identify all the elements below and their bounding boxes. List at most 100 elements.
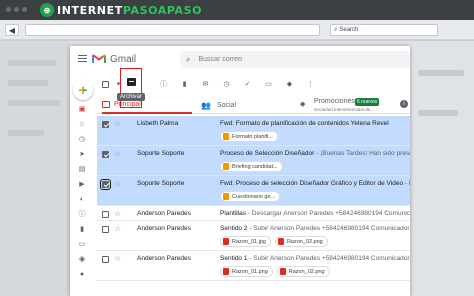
labels-icon[interactable]: ◆ <box>284 80 295 88</box>
sent-icon[interactable]: ➤ <box>78 151 86 158</box>
attachment-chip[interactable]: Razon_02.png <box>274 236 328 247</box>
star-icon[interactable]: ☆ <box>78 121 86 128</box>
row-checkbox[interactable] <box>102 256 109 263</box>
email-subject-line: Fwd: Formato de planificación de conteni… <box>220 120 410 127</box>
tab-promociones-label: Promociones <box>314 98 355 105</box>
row-checkbox[interactable] <box>102 151 109 158</box>
star-icon[interactable]: ☆ <box>114 179 121 188</box>
important-icon[interactable]: ◐ <box>78 196 86 203</box>
tab-social[interactable]: 👥 Social <box>201 96 291 114</box>
attachment-chip[interactable]: Briefing candidat... <box>220 161 283 172</box>
attachment-chip[interactable]: Formato planifi... <box>220 131 278 142</box>
mark-read-icon[interactable]: ✉ <box>200 80 211 88</box>
star-icon[interactable]: ☆ <box>114 149 121 158</box>
attachment-chip[interactable]: Razon_01.png <box>220 266 273 277</box>
file-icon <box>223 238 229 245</box>
tab-social-label: Social <box>216 101 237 109</box>
email-subject-line: Plantillas - Descargar Anerson Paredes +… <box>220 210 410 217</box>
email-row[interactable]: ☆ Lisbeth Palma Fwd: Formato de planificac… <box>97 116 410 146</box>
move-to-icon[interactable]: ▭ <box>263 80 274 88</box>
row-checkbox[interactable] <box>102 121 109 128</box>
attachment-list: Cuestionario ge... <box>220 191 281 202</box>
trash-icon[interactable]: ▮ <box>78 226 86 233</box>
attachment-list: Razon_01.png Razon_02.png <box>220 266 330 277</box>
row-checkbox[interactable] <box>102 226 109 233</box>
inbox-icon[interactable]: ▣ <box>78 106 86 113</box>
window-control-dot[interactable] <box>6 7 11 12</box>
gmail-toolbar: ▾ ⓘ ▮ ✉ ◷ ✓ ▭ ◆ ⋮ <box>97 76 410 92</box>
tag-icon: ◆ <box>300 101 306 108</box>
delete-icon[interactable]: ▮ <box>179 80 190 88</box>
browser-title-bar: ⊕ INTERNETPASOAPASO <box>0 0 474 20</box>
browser-search-placeholder: Search <box>339 27 359 33</box>
draft-icon[interactable]: ▤ <box>78 166 86 173</box>
label-icon[interactable]: ▶ <box>78 181 86 188</box>
window-control-dot[interactable] <box>14 7 19 12</box>
meet-icon[interactable]: ● <box>78 271 86 278</box>
report-spam-icon[interactable]: ⓘ <box>158 79 169 89</box>
file-icon <box>277 238 284 245</box>
info-icon[interactable]: i <box>400 100 408 108</box>
attachment-chip[interactable]: Cuestionario ge... <box>220 191 281 202</box>
gmail-search-input[interactable]: ⌕ Buscar correo <box>180 51 410 68</box>
background-line <box>8 130 44 136</box>
star-icon[interactable]: ☆ <box>114 224 121 233</box>
email-subject-line: Proceso de Selección Diseñador - ¡Buenas… <box>220 150 410 157</box>
row-checkbox[interactable] <box>100 179 111 190</box>
attachment-chip[interactable]: Razon_02.png <box>276 266 330 277</box>
background-line <box>8 80 48 86</box>
search-icon[interactable]: ⌕ <box>186 55 190 65</box>
star-icon[interactable]: ☆ <box>114 119 121 128</box>
star-icon[interactable]: ☆ <box>114 254 121 263</box>
email-snippet: - Subir Anerson Paredes +584246980194 Co… <box>249 225 410 232</box>
email-sender: Lisbeth Palma <box>137 120 179 127</box>
snooze-icon[interactable]: ◷ <box>221 80 232 88</box>
chat-icon[interactable]: ◉ <box>78 256 86 263</box>
email-row[interactable]: ☆ Anderson Paredes Sentido 2 - Subir Aners… <box>97 221 410 251</box>
gmail-title: Gmail <box>110 54 137 65</box>
add-task-icon[interactable]: ✓ <box>242 80 253 88</box>
email-row[interactable]: ☆ Soporte Soporte Proceso de Selección Dis… <box>97 146 410 176</box>
email-row[interactable]: ☆ Anderson Paredes Plantillas - Descargar … <box>97 206 410 221</box>
archive-highlight-box <box>120 68 142 108</box>
tab-promociones[interactable]: ◆ Promociones 6 nuevos Sociedad Interame… <box>300 96 410 114</box>
email-subject-line: Sentido 2 - Subir Anerson Paredes +58424… <box>220 225 410 232</box>
back-button[interactable]: ◀ <box>5 24 19 36</box>
email-row[interactable]: ☆ Anderson Paredes Sentido 1 - Subir Aners… <box>97 251 410 281</box>
tab-principal[interactable]: Principal <box>102 96 192 114</box>
star-icon[interactable]: ☆ <box>114 209 121 218</box>
folder-icon[interactable]: ▭ <box>78 241 86 248</box>
email-subject: Fwd: Formato de planificación de conteni… <box>220 120 389 127</box>
email-snippet: - Este mensaje <box>404 180 410 187</box>
row-checkbox[interactable] <box>102 211 109 218</box>
menu-icon[interactable] <box>78 55 87 64</box>
arrow-left-icon: ◀ <box>8 25 16 35</box>
email-row[interactable]: ☆ Soporte Soporte Fwd: Proceso de selecció… <box>97 176 410 206</box>
snooze-icon[interactable]: ◷ <box>78 136 86 143</box>
attachment-name: Cuestionario ge... <box>232 193 276 200</box>
email-subject: Sentido 2 <box>220 225 248 232</box>
email-sender: Anderson Paredes <box>137 225 191 232</box>
file-icon <box>223 193 229 200</box>
select-all-checkbox[interactable] <box>102 80 109 88</box>
more-options-icon[interactable]: ⋮ <box>305 80 316 88</box>
browser-search-field[interactable]: ⌕ Search <box>330 24 438 36</box>
gmail-logo-icon <box>92 54 106 63</box>
compose-button[interactable]: + <box>73 80 93 100</box>
inbox-icon <box>102 100 110 108</box>
background-line <box>8 100 60 106</box>
brand-part1: INTERNET <box>57 3 123 17</box>
attachment-name: Razon_01.png <box>232 268 268 275</box>
tab-promociones-subtitle: Sociedad Interamericana de... <box>314 107 375 112</box>
email-subject: Plantillas <box>220 210 247 217</box>
email-sender: Soporte Soporte <box>137 180 185 187</box>
window-control-dot[interactable] <box>22 7 27 12</box>
archive-icon[interactable] <box>127 78 136 86</box>
attachment-chip[interactable]: Razon_01.jpg <box>220 236 271 247</box>
gmail-search-placeholder: Buscar correo <box>198 56 243 63</box>
brand-text: INTERNETPASOAPASO <box>57 4 202 17</box>
window-controls <box>6 7 27 12</box>
address-bar[interactable] <box>25 24 320 36</box>
spam-icon[interactable]: ⓘ <box>78 211 86 218</box>
people-icon: 👥 <box>201 100 211 110</box>
